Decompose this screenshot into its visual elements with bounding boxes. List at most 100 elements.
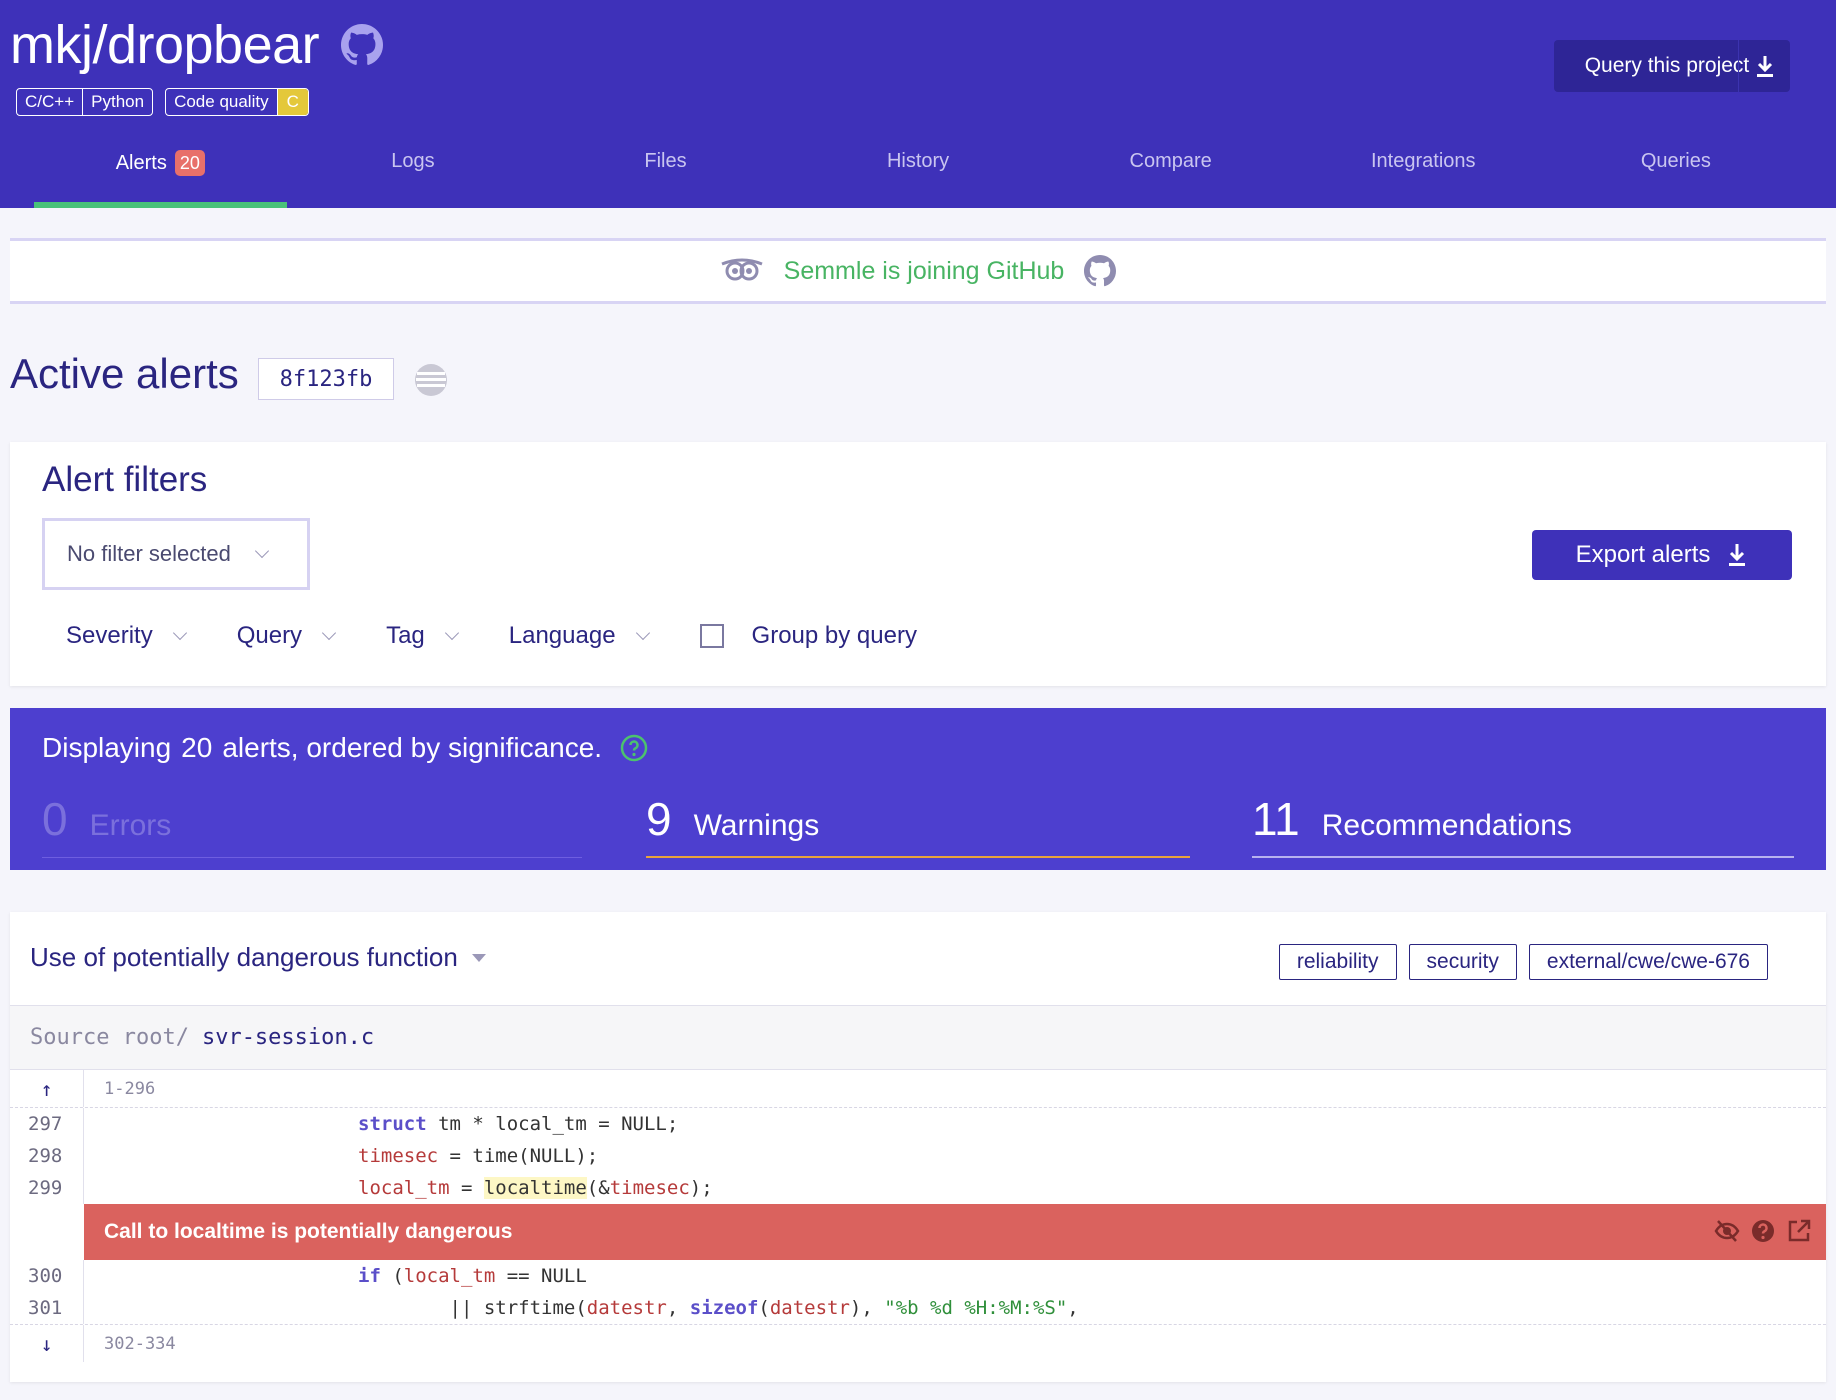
fold-top-range: 1-296 <box>104 1078 156 1099</box>
tag-dropdown[interactable]: Tag <box>386 622 459 650</box>
summary-text: Displaying 20 alerts, ordered by signifi… <box>42 732 648 764</box>
code-line: 300 if (local_tm == NULL <box>10 1260 1826 1292</box>
tag-security[interactable]: security <box>1408 944 1517 980</box>
fold-bottom[interactable]: ↓ 302-334 <box>10 1324 1826 1362</box>
project-badges: C/C++ Python Code quality C <box>16 88 309 116</box>
line-number: 299 <box>10 1172 84 1204</box>
project-tabs: Alerts 20 Logs Files History Compare Inte… <box>34 150 1802 208</box>
filter-dropdowns: Severity Query Tag Language Group by que… <box>66 622 917 650</box>
language-label: Language <box>508 622 616 649</box>
expand-up-icon[interactable]: ↑ <box>10 1070 84 1107</box>
code-quality-grade: C <box>276 89 308 115</box>
commit-hash[interactable]: 8f123fb <box>258 358 394 400</box>
tab-alerts-label: Alerts <box>115 152 167 174</box>
external-link-icon[interactable] <box>1786 1218 1812 1244</box>
tab-queries[interactable]: Queries <box>1550 150 1803 208</box>
code-line: 298 timesec = time(NULL); <box>10 1140 1826 1172</box>
line-number: 298 <box>10 1140 84 1172</box>
chevron-down-icon <box>444 625 459 641</box>
tab-history[interactable]: History <box>792 150 1045 208</box>
alert-card: Use of potentially dangerous function re… <box>10 912 1826 1382</box>
code-text: if (local_tm == NULL <box>358 1265 587 1287</box>
code-text: timesec = time(NULL); <box>358 1145 599 1167</box>
summary-suffix: alerts, ordered by significance. <box>222 732 603 763</box>
tag-reliability[interactable]: reliability <box>1278 944 1397 980</box>
github-icon[interactable] <box>341 24 384 66</box>
query-dropdown[interactable]: Query <box>236 622 337 650</box>
tab-compare[interactable]: Compare <box>1044 150 1297 208</box>
source-prefix: Source root/ <box>30 1025 189 1050</box>
tag-label: Tag <box>386 622 425 649</box>
code-text: struct tm * local_tm = NULL; <box>358 1113 679 1135</box>
tab-files[interactable]: Files <box>539 150 792 208</box>
query-download-button[interactable] <box>1738 40 1790 92</box>
recommendations-count: 11 <box>1252 793 1300 845</box>
hide-eye-icon[interactable] <box>1714 1218 1740 1244</box>
page-title: Active alerts <box>10 350 239 397</box>
warnings-label: Warnings <box>693 809 820 842</box>
database-icon[interactable] <box>414 363 448 397</box>
code-text: || strftime(datestr, sizeof(datestr), "%… <box>358 1297 1079 1319</box>
line-number: 301 <box>10 1292 84 1324</box>
alert-message-row: Call to localtime is potentially dangero… <box>10 1204 1826 1260</box>
code-quality-label: Code quality <box>174 92 269 111</box>
severity-label: Severity <box>66 622 153 649</box>
code-text: local_tm = localtime(&timesec); <box>358 1177 713 1199</box>
alert-filters-panel: Alert filters No filter selected Export … <box>10 442 1826 686</box>
export-alerts-button[interactable]: Export alerts <box>1532 530 1792 580</box>
query-label: Query <box>236 622 303 649</box>
language-badge: C/C++ Python <box>16 88 154 116</box>
group-by-query-checkbox[interactable] <box>699 624 724 648</box>
semmle-owl-icon <box>721 258 763 281</box>
recommendations-stat[interactable]: 11 Recommendations <box>1252 792 1794 858</box>
group-by-query-label[interactable]: Group by query <box>752 622 917 650</box>
line-number: 297 <box>10 1108 84 1140</box>
language-python: Python <box>82 89 152 115</box>
source-file-link[interactable]: svr-session.c <box>202 1025 374 1050</box>
code-quality-badge[interactable]: Code quality C <box>165 88 309 116</box>
alert-message: Call to localtime is potentially dangero… <box>84 1204 1826 1260</box>
tab-logs[interactable]: Logs <box>287 150 540 208</box>
language-dropdown[interactable]: Language <box>508 622 650 650</box>
alert-message-text: Call to localtime is potentially dangero… <box>104 1220 513 1243</box>
severity-dropdown[interactable]: Severity <box>66 622 187 650</box>
download-icon <box>1729 544 1746 566</box>
tab-alerts[interactable]: Alerts 20 <box>34 150 287 208</box>
recommendations-label: Recommendations <box>1321 809 1572 842</box>
gutter-spacer <box>10 1204 84 1260</box>
alert-header: Use of potentially dangerous function re… <box>10 912 1826 1006</box>
alert-filters-title: Alert filters <box>42 460 208 499</box>
chevron-down-icon <box>321 625 337 641</box>
help-icon[interactable] <box>1750 1218 1776 1244</box>
banner-text[interactable]: Semmle is joining GitHub <box>784 257 1065 286</box>
alert-title-toggle[interactable]: Use of potentially dangerous function <box>30 942 486 973</box>
errors-count: 0 <box>42 793 68 845</box>
code-line: 301 || strftime(datestr, sizeof(datestr)… <box>10 1292 1826 1324</box>
export-alerts-label: Export alerts <box>1575 541 1711 568</box>
errors-label: Errors <box>89 809 172 842</box>
code-line: 297 struct tm * local_tm = NULL; <box>10 1108 1826 1140</box>
warnings-stat[interactable]: 9 Warnings <box>646 792 1190 858</box>
tab-integrations[interactable]: Integrations <box>1297 150 1550 208</box>
fold-top[interactable]: ↑ 1-296 <box>10 1070 1826 1108</box>
code-line: 299 local_tm = localtime(&timesec); <box>10 1172 1826 1204</box>
summary-prefix: Displaying <box>42 732 172 763</box>
errors-stat[interactable]: 0 Errors <box>42 792 582 858</box>
caret-down-icon <box>471 953 486 962</box>
alerts-summary: Displaying 20 alerts, ordered by signifi… <box>10 708 1826 870</box>
announcement-banner[interactable]: Semmle is joining GitHub <box>10 238 1826 304</box>
alert-title: Use of potentially dangerous function <box>30 942 458 972</box>
expand-down-icon[interactable]: ↓ <box>10 1325 84 1362</box>
github-icon <box>1084 255 1117 287</box>
chevron-down-icon <box>172 625 187 641</box>
help-circle-icon[interactable] <box>620 734 648 762</box>
filter-select[interactable]: No filter selected <box>42 518 310 590</box>
tag-cwe[interactable]: external/cwe/cwe-676 <box>1528 944 1768 980</box>
language-cpp: C/C++ <box>25 92 75 111</box>
alert-actions <box>1714 1218 1812 1244</box>
query-project-button[interactable]: Query this project <box>1554 40 1790 92</box>
filter-select-value: No filter selected <box>67 541 231 566</box>
project-title[interactable]: mkj/dropbear <box>10 14 320 76</box>
summary-count: 20 <box>181 732 213 763</box>
alerts-count-badge: 20 <box>174 150 205 176</box>
